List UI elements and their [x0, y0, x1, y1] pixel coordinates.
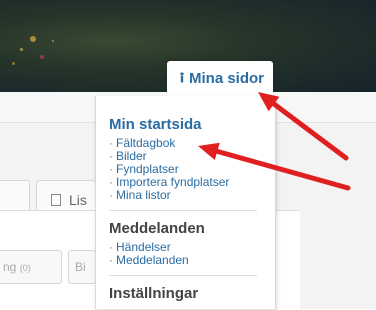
banner-decoration [20, 48, 23, 51]
menu-item-meddelanden[interactable]: · Meddelanden [109, 254, 275, 267]
bullet: · [109, 188, 113, 202]
bullet: · [109, 175, 113, 189]
person-icon [179, 70, 185, 87]
banner-decoration [30, 36, 36, 42]
menu-heading-meddelanden[interactable]: Meddelanden [109, 220, 275, 238]
menu-divider [109, 210, 257, 211]
banner-decoration [40, 55, 44, 59]
mina-sidor-tab[interactable]: Mina sidor [167, 61, 273, 96]
bullet: · [109, 149, 113, 163]
sub-tab-first-count: (0) [19, 263, 31, 273]
menu-item-label: Bilder [116, 149, 147, 163]
sub-tab-first[interactable]: ng (0) [0, 250, 62, 284]
menu-divider [109, 275, 257, 276]
mina-sidor-dropdown: Min startsida · Fältdagbok · Bilder · Fyndp… [95, 96, 276, 309]
menu-item-label: Händelser [116, 240, 171, 254]
menu-item-label: Meddelanden [116, 253, 189, 267]
menu-heading-startsida[interactable]: Min startsida [109, 116, 275, 134]
document-icon [51, 194, 61, 206]
bullet: · [109, 136, 113, 150]
banner-decoration [12, 62, 15, 65]
menu-item-mina-listor[interactable]: · Mina listor [109, 189, 275, 202]
menu-heading-installningar[interactable]: Inställningar [109, 285, 275, 303]
bullet: · [109, 253, 113, 267]
menu-item-label: Fyndplatser [116, 162, 179, 176]
tab-lists-label: Lis [69, 192, 87, 208]
mina-sidor-label: Mina sidor [189, 70, 265, 87]
bullet: · [109, 240, 113, 254]
menu-item-label: Mina listor [116, 188, 171, 202]
sub-tab-second-label: Bi [75, 260, 86, 274]
menu-item-label: Fältdagbok [116, 136, 176, 150]
sub-tab-second[interactable]: Bi [68, 250, 96, 284]
menu-item-label: Importera fyndplatser [116, 175, 230, 189]
sub-tab-first-label: ng [3, 260, 17, 274]
banner-decoration [52, 40, 54, 42]
bullet: · [109, 162, 113, 176]
